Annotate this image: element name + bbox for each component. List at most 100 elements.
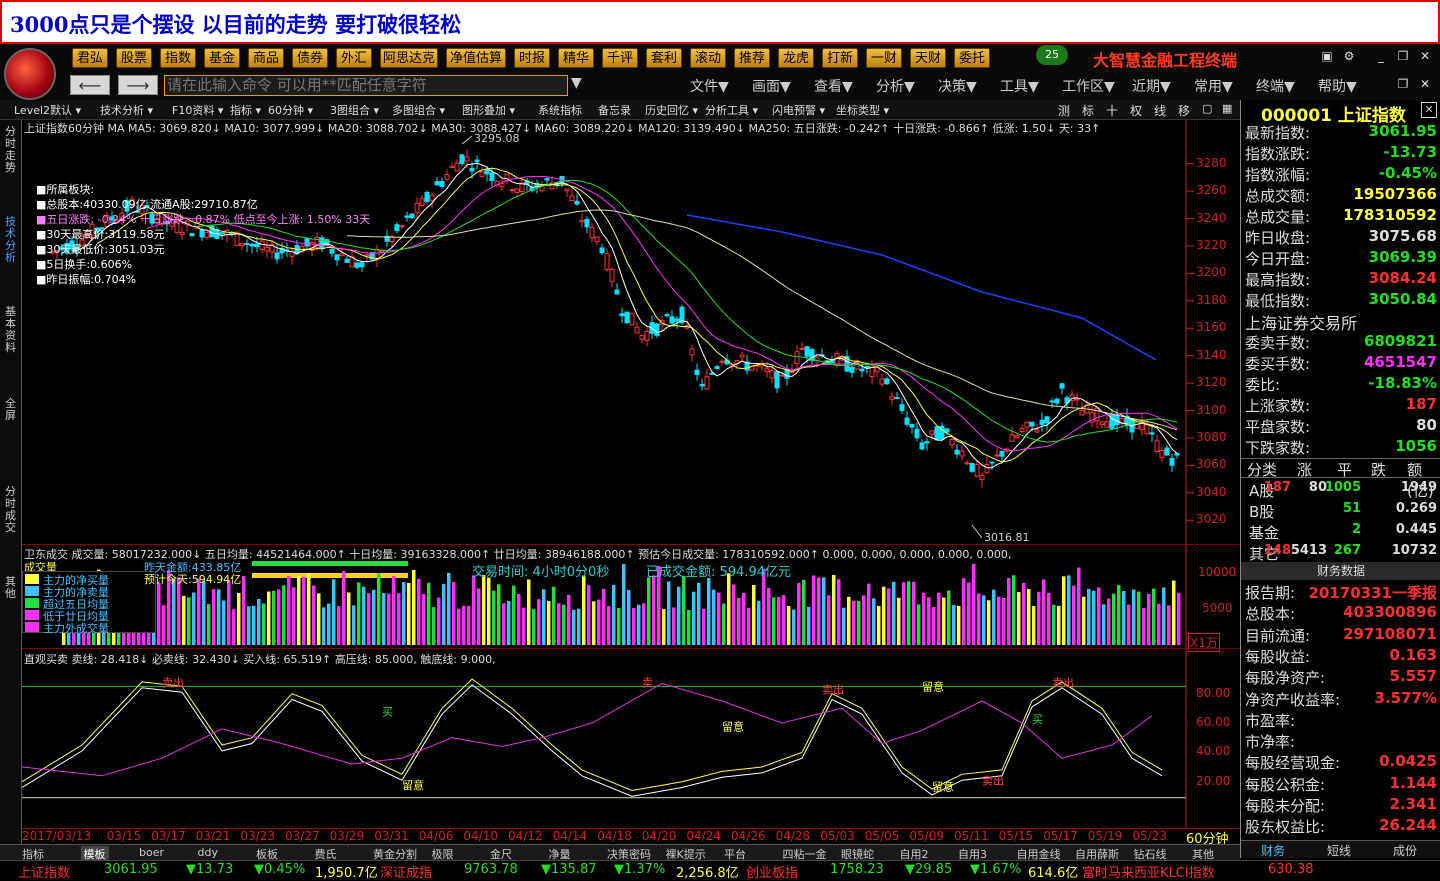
toolbar-item-2[interactable]: F10资料 ▾ [172, 102, 223, 118]
panel-tab-0[interactable]: 财务 [1261, 842, 1285, 859]
panel-tab-1[interactable]: 短线 [1327, 842, 1351, 859]
left-tab-1[interactable]: 技术分析 [5, 216, 19, 264]
today-bar [252, 573, 408, 578]
candle-body [674, 318, 680, 322]
app-logo-icon[interactable] [4, 48, 56, 100]
menu-2[interactable]: 查看▼ [814, 76, 853, 96]
left-tab-4[interactable]: 分时成交 [5, 486, 19, 534]
quote-row: 目前流通: 297108071 [1243, 625, 1439, 646]
main-button-2[interactable]: 指数 [160, 48, 196, 68]
toolbar-right-1[interactable]: 标 [1082, 102, 1094, 119]
menu-1[interactable]: 画面▼ [752, 76, 791, 96]
settings-icon[interactable]: ⚙ [1340, 48, 1358, 64]
panel-tab-2[interactable]: 成份 [1393, 842, 1417, 859]
main-button-15[interactable]: 龙虎 [778, 48, 814, 68]
main-button-8[interactable]: 净值估算 [446, 48, 506, 68]
volume-bar [362, 586, 366, 645]
main-button-9[interactable]: 时报 [514, 48, 550, 68]
main-button-7[interactable]: 阿思达克 [380, 48, 438, 68]
left-tab-0[interactable]: 分时走势 [5, 126, 19, 174]
toolbar-grid-icon[interactable]: ▦ [1222, 102, 1232, 115]
candle-body [464, 156, 470, 162]
main-button-14[interactable]: 推荐 [734, 48, 770, 68]
menu-0[interactable]: 文件▼ [690, 76, 729, 96]
command-input[interactable]: 请在此输入命令 可以用**匹配任意字符 [164, 75, 568, 96]
indicator-tab-3[interactable]: ddy [198, 846, 218, 859]
main-button-6[interactable]: 外汇 [336, 48, 372, 68]
toolbar-item-9[interactable]: 备忘录 [598, 102, 631, 118]
panel-close-icon[interactable]: ✕ [1421, 102, 1437, 118]
menu-4[interactable]: 决策▼ [938, 76, 977, 96]
menu-10[interactable]: 帮助▼ [1318, 76, 1357, 96]
minimize-icon[interactable]: _ [1372, 48, 1390, 64]
volume-chart[interactable]: 卫东成交 成交量: 58017232.000↓ 五日均量: 44521464.0… [22, 544, 1240, 652]
user-icon[interactable]: ▣ [1318, 48, 1336, 64]
volume-bar [452, 582, 456, 645]
toolbar-right-3[interactable]: 权 [1130, 102, 1142, 119]
toolbar-item-11[interactable]: 分析工具 ▾ [705, 102, 758, 118]
toolbar-item-12[interactable]: 闪电预警 ▾ [772, 102, 825, 118]
price-chart[interactable]: 上证指数60分钟 MA MA5: 3069.820↓ MA10: 3077.99… [22, 120, 1240, 544]
main-button-19[interactable]: 委托 [954, 48, 990, 68]
menu-6[interactable]: 工作区▼ [1062, 76, 1115, 96]
toolbar-right-0[interactable]: 测 [1058, 102, 1070, 119]
oscillator-chart[interactable]: 卖出 留意买卖留意 卖出 留意 卖出 留意 卖出买 直观买卖 卖线: 28.418↓ 必卖线… [22, 648, 1240, 829]
toolbar-right-5[interactable]: 移 [1178, 102, 1190, 119]
volume-bar [1062, 576, 1066, 645]
quote-panel: 000001 上证指数 ✕ 最新指数: 3061.95 指数涨跌: -13.73 指数涨… [1240, 100, 1440, 858]
menu-9[interactable]: 终端▼ [1256, 76, 1295, 96]
main-button-4[interactable]: 商品 [248, 48, 284, 68]
toolbar-right-4[interactable]: 线 [1154, 102, 1166, 119]
main-button-18[interactable]: 天财 [910, 48, 946, 68]
menu-3[interactable]: 分析▼ [876, 76, 915, 96]
back-arrow-icon[interactable]: ⟵ [70, 75, 110, 95]
main-button-16[interactable]: 打新 [822, 48, 858, 68]
main-button-3[interactable]: 基金 [204, 48, 240, 68]
main-button-0[interactable]: 君弘 [72, 48, 108, 68]
volume-bar [317, 593, 321, 645]
restore-icon[interactable]: ❐ [1394, 48, 1412, 64]
sub-close-icon[interactable]: ✕ [1416, 76, 1434, 92]
high-pointer [461, 135, 473, 145]
main-button-1[interactable]: 股票 [116, 48, 152, 68]
ticker-item-3: ▼0.45% [254, 862, 306, 877]
left-tab-5[interactable]: 其他 [5, 576, 19, 600]
toolbar-box-icon[interactable]: ▢ [1202, 102, 1212, 115]
candle-body [594, 236, 600, 243]
command-dropdown-icon[interactable]: ▼ [571, 75, 582, 91]
quote-value: 403300896 [1343, 603, 1437, 622]
oscillator-svg[interactable]: 卖出留意买卖留意卖出留意 卖出留意 卖出买 [22, 649, 1240, 829]
candle-body [704, 376, 710, 390]
main-button-12[interactable]: 套利 [646, 48, 682, 68]
main-button-17[interactable]: 一财 [866, 48, 902, 68]
menu-8[interactable]: 常用▼ [1194, 76, 1233, 96]
date-tick: 04/06 [418, 829, 454, 843]
main-button-13[interactable]: 滚动 [690, 48, 726, 68]
menu-5[interactable]: 工具▼ [1000, 76, 1039, 96]
main-button-11[interactable]: 千评 [602, 48, 638, 68]
left-tab-3[interactable]: 全屏 [5, 398, 19, 422]
quote-key: 下跌家数: [1245, 439, 1311, 457]
indicator-tab-2[interactable]: boer [139, 846, 164, 859]
menu-7[interactable]: 近期▼ [1132, 76, 1171, 96]
volume-bar [1027, 589, 1031, 645]
toolbar-item-0[interactable]: Level2默认 ▾ [14, 102, 81, 118]
toolbar-item-5[interactable]: 3图组合 ▾ [330, 102, 379, 118]
forward-arrow-icon[interactable]: ⟶ [118, 75, 158, 95]
toolbar-item-4[interactable]: 60分钟 ▾ [268, 102, 313, 118]
toolbar-right-2[interactable]: 十 [1106, 102, 1118, 119]
toolbar-item-10[interactable]: 历史回忆 ▾ [645, 102, 698, 118]
toolbar-item-6[interactable]: 多图组合 ▾ [392, 102, 445, 118]
toolbar-item-8[interactable]: 系统指标 [538, 102, 582, 118]
sub-restore-icon[interactable]: ❐ [1394, 76, 1412, 92]
toolbar-item-3[interactable]: 指标 ▾ [230, 102, 261, 118]
notification-badge[interactable]: 25 [1036, 45, 1068, 65]
main-button-5[interactable]: 债券 [292, 48, 328, 68]
close-icon[interactable]: ✕ [1416, 48, 1434, 64]
toolbar-item-1[interactable]: 技术分析 ▾ [100, 102, 153, 118]
volume-bar [942, 597, 946, 645]
main-button-10[interactable]: 精华 [558, 48, 594, 68]
toolbar-item-13[interactable]: 坐标类型 ▾ [836, 102, 889, 118]
left-tab-2[interactable]: 基本资料 [5, 306, 19, 354]
toolbar-item-7[interactable]: 图形叠加 ▾ [462, 102, 515, 118]
